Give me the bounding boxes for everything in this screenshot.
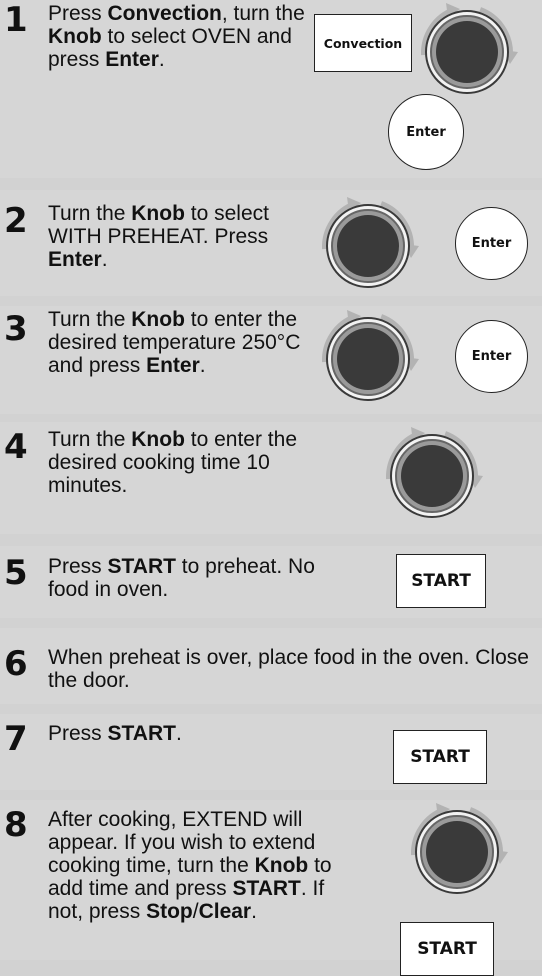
bold-term: Enter (146, 354, 200, 377)
step-6: 6 When preheat is over, place food in th… (0, 628, 542, 704)
step-text: Press START. (48, 722, 328, 745)
step-1: 1 Press Convection, turn the Knob to sel… (0, 0, 542, 178)
text-run: . (175, 722, 182, 745)
start-button[interactable]: START (396, 554, 486, 608)
convection-button[interactable]: Convection (314, 14, 412, 72)
text-run: Turn the (48, 428, 132, 451)
step-text: Turn the Knob to select WITH PREHEAT. Pr… (48, 202, 303, 271)
bold-term: Knob (254, 854, 309, 877)
text-run: Turn the (48, 202, 132, 225)
bold-term: Knob (48, 25, 102, 48)
step-text: Turn the Knob to enter the desired tempe… (48, 308, 316, 377)
step-text: After cooking, EXTEND will appear. If yo… (48, 808, 352, 923)
enter-button[interactable]: Enter (455, 207, 528, 280)
knob-center (337, 215, 399, 277)
bold-term: Clear (198, 900, 252, 923)
knob-icon[interactable] (402, 0, 532, 100)
knob-center (436, 21, 498, 83)
bold-term: Stop (146, 900, 193, 923)
step-number: 1 (4, 0, 28, 40)
text-run: . (158, 48, 165, 71)
knob-icon[interactable] (303, 307, 433, 407)
step-number: 4 (4, 427, 28, 467)
text-run: Press (48, 2, 108, 25)
step-number: 2 (4, 201, 28, 241)
step-3: 3 Turn the Knob to enter the desired tem… (0, 306, 542, 414)
step-text: Press Convection, turn the Knob to selec… (48, 2, 308, 71)
step-number: 8 (4, 805, 28, 845)
step-text: Turn the Knob to enter the desired cooki… (48, 428, 348, 497)
bold-term: Enter (105, 48, 159, 71)
knob-icon[interactable] (392, 800, 522, 900)
step-text: When preheat is over, place food in the … (48, 646, 538, 692)
text-run: , turn the (221, 2, 305, 25)
text-run: Turn the (48, 308, 132, 331)
step-text: Press START to preheat. No food in oven. (48, 555, 328, 601)
step-number: 7 (4, 719, 28, 759)
bold-term: START (232, 877, 301, 900)
step-number: 6 (4, 644, 28, 684)
knob-icon[interactable] (367, 424, 497, 524)
text-run: Press (48, 722, 108, 745)
text-run: When preheat is over, place food in the … (48, 646, 529, 692)
bold-term: Knob (131, 202, 185, 225)
bold-term: Convection (107, 2, 222, 25)
bold-term: START (107, 722, 176, 745)
bold-term: Knob (131, 308, 185, 331)
bold-term: START (107, 555, 176, 578)
enter-button[interactable]: Enter (455, 320, 528, 393)
step-2: 2 Turn the Knob to select WITH PREHEAT. … (0, 190, 542, 296)
step-number: 5 (4, 553, 28, 593)
step-7: 7 Press START. START (0, 714, 542, 790)
knob-center (337, 328, 399, 390)
enter-button[interactable]: Enter (388, 94, 464, 170)
start-button[interactable]: START (400, 922, 494, 976)
knob-icon[interactable] (303, 194, 433, 294)
bold-term: Enter (48, 248, 102, 271)
text-run: . (251, 900, 257, 923)
text-run: Press (48, 555, 108, 578)
knob-center (426, 821, 488, 883)
bold-term: Knob (131, 428, 185, 451)
text-run: . (101, 248, 108, 271)
start-button[interactable]: START (393, 730, 487, 784)
text-run: . (199, 354, 206, 377)
knob-center (401, 445, 463, 507)
step-5: 5 Press START to preheat. No food in ove… (0, 546, 542, 618)
step-number: 3 (4, 309, 28, 349)
step-4: 4 Turn the Knob to enter the desired coo… (0, 422, 542, 534)
step-8: 8 After cooking, EXTEND will appear. If … (0, 800, 542, 976)
